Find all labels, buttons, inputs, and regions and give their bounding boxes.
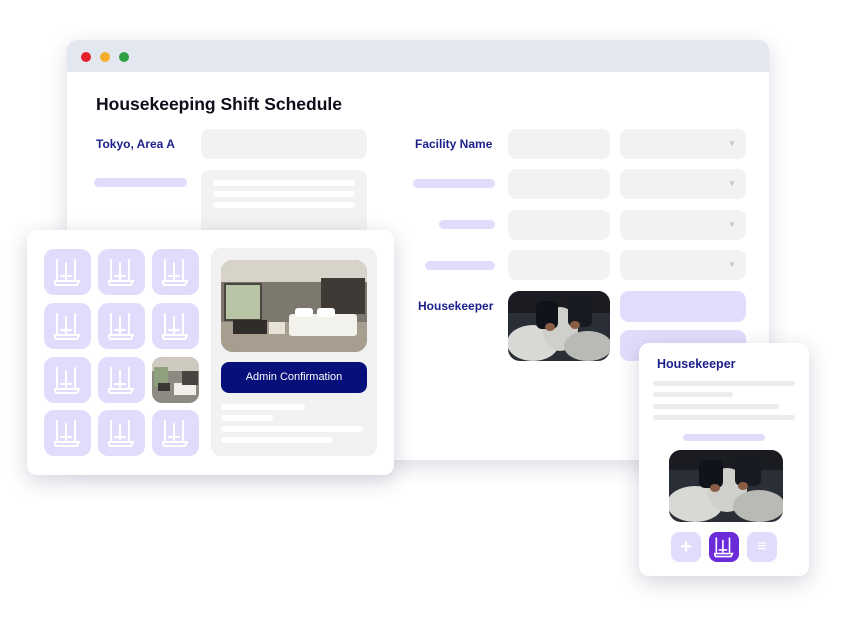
field-input[interactable] [508,169,610,199]
field-label-placeholder [439,220,495,229]
field-input[interactable] [508,250,610,280]
facility-label: Facility Name [415,137,493,151]
page-title: Housekeeping Shift Schedule [96,94,343,114]
minimize-window-dot[interactable] [100,52,110,62]
broom-icon [108,259,135,286]
cleaning-tile[interactable] [44,303,91,349]
broom-icon [714,537,734,558]
text-line [653,404,779,409]
field-label-placeholder [413,179,495,188]
text-line [653,392,733,397]
room-detail-panel: Admin Confirmation [211,248,377,456]
text-line [221,426,363,432]
housekeeper-label: Housekeeper [418,299,494,313]
field-label-placeholder [94,178,187,187]
broom-icon [108,313,135,340]
housekeeper-photo [669,450,783,522]
cleaning-tile[interactable] [152,249,199,295]
housekeeper-mobile-card: Housekeeper + ≡ [639,343,809,576]
cleaning-tile[interactable] [152,410,199,456]
broom-icon [108,420,135,447]
text-line [653,415,795,420]
broom-icon [54,259,81,286]
cleaning-tile[interactable] [98,357,145,403]
text-line [213,180,355,186]
admin-confirmation-button[interactable]: Admin Confirmation [221,362,367,393]
text-line [213,191,355,197]
field-label-placeholder [683,434,765,441]
text-line [653,381,795,386]
text-line [221,415,273,421]
location-input[interactable] [201,129,367,159]
field-select[interactable]: ▼ [620,210,746,240]
broom-icon [162,313,189,340]
room-thumbnail-tile[interactable] [152,357,199,403]
text-line [213,202,355,208]
chevron-down-icon: ▼ [728,260,736,270]
broom-icon [54,367,81,394]
assign-button[interactable] [620,291,746,322]
maximize-window-dot[interactable] [119,52,129,62]
facility-select[interactable]: ▼ [620,129,746,159]
cleaning-tile[interactable] [44,249,91,295]
broom-icon [54,313,81,340]
image-grid-card: Admin Confirmation [27,230,394,475]
cleaning-tile[interactable] [44,357,91,403]
field-select[interactable]: ▼ [620,169,746,199]
housekeeper-card-title: Housekeeper [657,357,736,371]
broom-icon [162,259,189,286]
cleaning-tile[interactable] [152,303,199,349]
menu-button[interactable]: ≡ [747,532,777,562]
window-titlebar [67,40,769,72]
broom-icon [54,420,81,447]
field-input[interactable] [508,210,610,240]
room-thumbnail [152,357,199,403]
broom-button[interactable] [709,532,739,562]
field-label-placeholder [425,261,495,270]
broom-icon [162,420,189,447]
cleaning-tile[interactable] [98,303,145,349]
close-window-dot[interactable] [81,52,91,62]
field-select[interactable]: ▼ [620,250,746,280]
facility-input[interactable] [508,129,610,159]
room-photo [221,260,367,352]
cleaning-tile[interactable] [44,410,91,456]
text-line [221,437,333,443]
add-button[interactable]: + [671,532,701,562]
cleaning-tile[interactable] [98,410,145,456]
chevron-down-icon: ▼ [728,220,736,230]
chevron-down-icon: ▼ [728,179,736,189]
housekeeper-photo [508,291,610,361]
broom-icon [108,367,135,394]
chevron-down-icon: ▼ [728,139,736,149]
location-label: Tokyo, Area A [96,137,175,151]
text-line [221,404,305,410]
cleaning-tile[interactable] [98,249,145,295]
